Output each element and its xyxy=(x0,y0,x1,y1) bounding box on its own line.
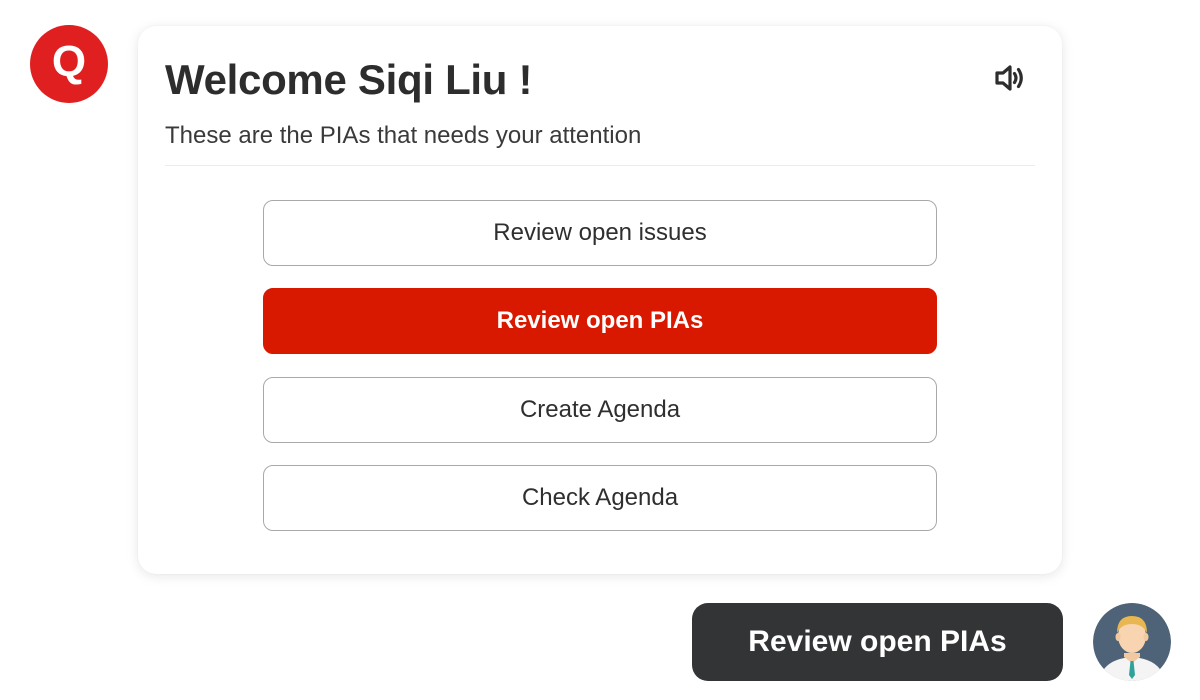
welcome-title: Welcome Siqi Liu ! xyxy=(165,56,533,103)
review-open-pias-button[interactable]: Review open PIAs xyxy=(263,288,937,354)
user-message-bubble: Review open PIAs xyxy=(692,603,1063,681)
user-avatar-icon xyxy=(1093,603,1171,681)
speaker-volume-icon[interactable] xyxy=(992,60,1028,96)
welcome-card: Welcome Siqi Liu ! These are the PIAs th… xyxy=(138,26,1062,574)
check-agenda-button[interactable]: Check Agenda xyxy=(263,465,937,531)
divider xyxy=(165,165,1035,166)
review-open-issues-button[interactable]: Review open issues xyxy=(263,200,937,266)
create-agenda-button[interactable]: Create Agenda xyxy=(263,377,937,443)
welcome-subtitle: These are the PIAs that needs your atten… xyxy=(165,122,642,149)
bot-avatar-letter: Q xyxy=(51,37,87,86)
bot-avatar: Q xyxy=(30,25,108,103)
